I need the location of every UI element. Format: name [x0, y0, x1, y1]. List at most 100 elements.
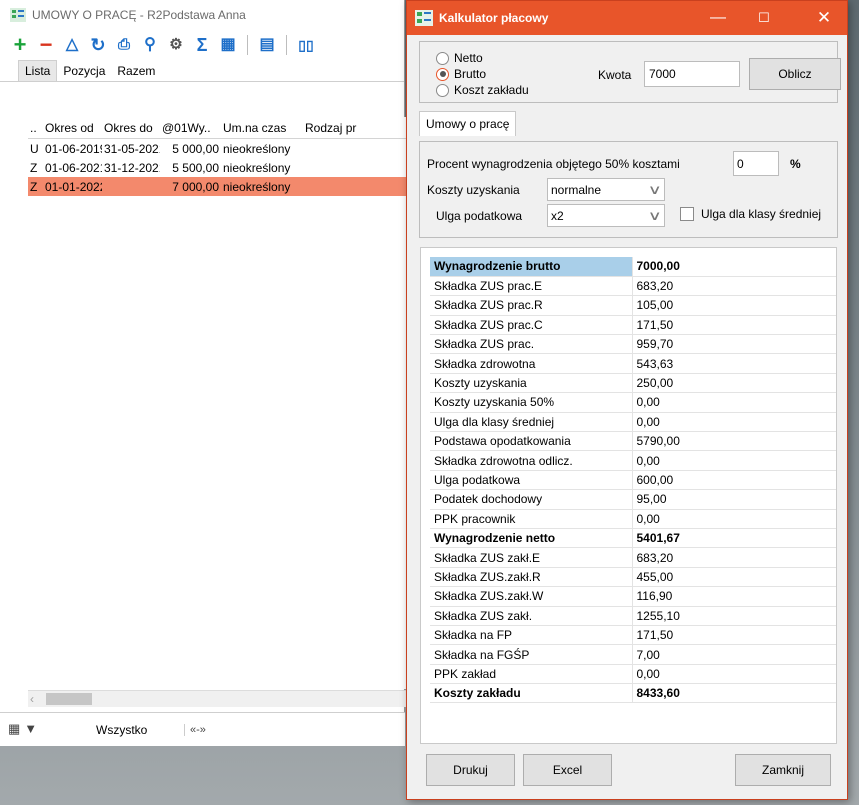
ulga-sredniej-checkbox[interactable]: Ulga dla klasy średniej [680, 207, 821, 221]
settings-icon[interactable]: ⚙ [166, 35, 186, 55]
result-row: Składka zdrowotna 543,63 [430, 353, 836, 374]
result-value: 105,00 [632, 295, 836, 316]
koszty-uzyskania-select[interactable]: normalne ∨ [547, 178, 665, 201]
barcode-icon[interactable]: ▯▯ [296, 35, 316, 55]
grid-layout-icon[interactable]: ▦ [8, 721, 20, 737]
ulga-value: x2 [551, 209, 564, 223]
okres-od-cell: 01-01-2022 [45, 179, 102, 194]
result-label: Składka ZUS zakł. [430, 606, 633, 626]
result-label: Składka ZUS prac.E [430, 276, 633, 297]
radio-brutto[interactable]: Brutto [436, 67, 486, 81]
table-row-selected[interactable]: Z 01-01-2022 7 000,00 nieokreślony [28, 177, 406, 196]
result-value: 171,50 [632, 315, 836, 336]
result-value: 683,20 [632, 276, 836, 297]
result-value: 0,00 [632, 392, 836, 413]
search-icon[interactable]: ⚲ [140, 35, 160, 55]
column-header[interactable]: Okres od [43, 121, 102, 135]
result-row: Koszty uzyskania 50% 0,00 [430, 392, 836, 413]
horizontal-scrollbar[interactable]: ‹ [28, 690, 406, 707]
table-row[interactable]: U 01-06-2019 31-05-2021 5 000,00 nieokre… [28, 139, 406, 158]
result-label: Podatek dochodowy [430, 489, 633, 510]
okres-od-cell: 01-06-2021 [45, 160, 102, 175]
minimize-icon[interactable]: — [695, 1, 741, 35]
tab-pozycja[interactable]: Pozycja [57, 61, 111, 81]
result-row: Składka ZUS prac.E 683,20 [430, 276, 836, 297]
column-header[interactable]: Rodzaj pr [303, 121, 363, 135]
result-label: Składka ZUS.zakł.W [430, 586, 633, 607]
dialog-tabs: Umowy o pracę [419, 111, 517, 141]
zamknij-button[interactable]: Zamknij [735, 754, 831, 786]
kwota-input[interactable]: 7000 [644, 61, 740, 87]
result-row: Składka zdrowotna odlicz. 0,00 [430, 450, 836, 471]
result-row: Wynagrodzenie netto 5401,67 [430, 528, 836, 549]
result-value: 7,00 [632, 644, 836, 665]
result-row: Składka na FP 171,50 [430, 625, 836, 646]
radio-netto[interactable]: Netto [436, 51, 483, 65]
chevron-down-icon[interactable]: ∨ [648, 205, 662, 226]
columns-icon[interactable]: ▦ [218, 35, 238, 55]
calculator-icon[interactable]: ▤ [257, 35, 277, 55]
plus-icon[interactable]: + [10, 34, 30, 56]
procent-input[interactable]: 0 [733, 151, 779, 176]
scrollbar-thumb[interactable] [46, 693, 92, 705]
status-bar: ▦ ▼ Wszystko «-» [0, 712, 405, 746]
scroll-left-icon[interactable]: ‹ [30, 693, 42, 705]
tab-razem[interactable]: Razem [111, 61, 161, 81]
wynagrodzenie-cell: 7 000,00 [172, 179, 219, 194]
result-value: 0,00 [632, 664, 836, 685]
column-header[interactable]: .. [28, 121, 43, 135]
result-row: Składka na FGŚP 7,00 [430, 644, 836, 665]
result-label: Składka zdrowotna [430, 353, 633, 374]
column-header[interactable]: Okres do [102, 121, 160, 135]
print-icon[interactable]: ⎙ [114, 35, 134, 55]
result-row: Podatek dochodowy 95,00 [430, 489, 836, 510]
triangle-icon[interactable]: △ [62, 35, 82, 55]
filter-status[interactable]: Wszystko [96, 723, 147, 737]
um-na-czas-cell: nieokreślony [223, 179, 291, 194]
result-value: 0,00 [632, 509, 836, 529]
result-row: PPK zakład 0,00 [430, 664, 836, 685]
umowy-tabs: Lista Pozycja Razem [0, 60, 404, 82]
chevron-down-icon[interactable]: ∨ [648, 179, 662, 200]
result-value: 959,70 [632, 334, 836, 355]
result-label: PPK zakład [430, 664, 633, 685]
refresh-icon[interactable]: ↻ [88, 35, 108, 55]
result-value: 171,50 [632, 625, 836, 646]
oblicz-button[interactable]: Oblicz [749, 58, 841, 90]
radio-checked-icon [436, 67, 449, 81]
result-value: 250,00 [632, 373, 836, 394]
grid-header: .. Okres od Okres do @01Wy.. Um.na czas … [28, 117, 406, 139]
kalkulator-dialog: Kalkulator płacowy — ☐ ✕ Netto Brutto Ko… [406, 0, 848, 800]
result-label: Składka ZUS prac.R [430, 295, 633, 316]
tab-lista[interactable]: Lista [18, 60, 58, 81]
result-label: Koszty zakładu [430, 683, 633, 704]
result-label: Ulga dla klasy średniej [430, 412, 633, 433]
okres-do-cell: 31-12-2021 [104, 160, 160, 175]
row-marker: Z [30, 179, 38, 194]
result-label: Składka na FP [430, 625, 633, 646]
result-value: 1255,10 [632, 606, 836, 626]
column-header[interactable]: @01Wy.. [160, 121, 221, 135]
navigation-status[interactable]: «-» [184, 723, 206, 736]
excel-button[interactable]: Excel [523, 754, 612, 786]
filter-icon[interactable]: ▼ [24, 721, 37, 737]
column-header[interactable]: Um.na czas [221, 121, 303, 135]
ulga-podatkowa-select[interactable]: x2 ∨ [547, 204, 665, 227]
tab-umowy-o-prace[interactable]: Umowy o pracę [419, 111, 517, 136]
ulga-label: Ulga podatkowa [436, 209, 523, 223]
wynagrodzenie-cell: 5 000,00 [172, 141, 219, 156]
umowy-window-title: UMOWY O PRACĘ - R2Podstawa Anna [32, 8, 246, 22]
maximize-icon[interactable]: ☐ [741, 1, 787, 35]
um-na-czas-cell: nieokreślony [223, 141, 291, 156]
result-value: 7000,00 [632, 257, 836, 277]
sum-icon[interactable]: Σ [192, 35, 212, 55]
radio-koszt-zakladu[interactable]: Koszt zakładu [436, 83, 529, 97]
drukuj-button[interactable]: Drukuj [426, 754, 515, 786]
minus-icon[interactable]: − [36, 34, 56, 56]
result-value: 600,00 [632, 470, 836, 491]
radio-label: Koszt zakładu [454, 83, 529, 97]
result-row: Składka ZUS zakł.E 683,20 [430, 547, 836, 568]
table-row[interactable]: Z 01-06-2021 31-12-2021 5 500,00 nieokre… [28, 158, 406, 177]
close-icon[interactable]: ✕ [801, 1, 847, 35]
checkbox-label: Ulga dla klasy średniej [701, 207, 822, 221]
